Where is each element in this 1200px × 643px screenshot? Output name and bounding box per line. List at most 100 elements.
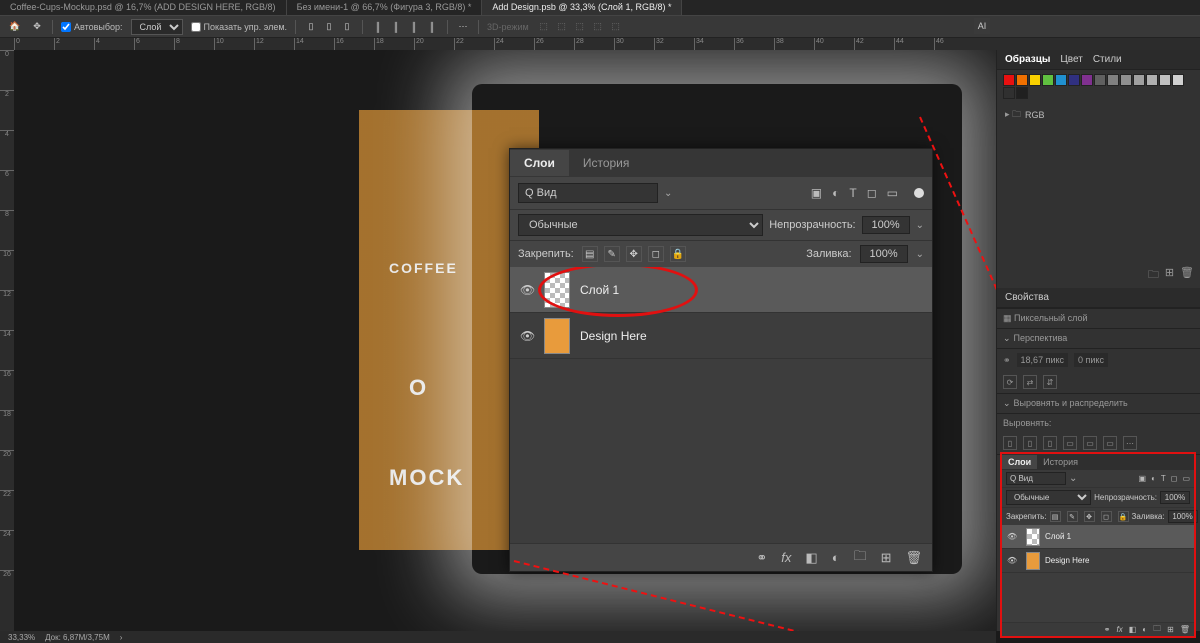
adjustment-layer-icon[interactable]: ◐: [1142, 625, 1147, 634]
swatch[interactable]: [1146, 74, 1158, 86]
chevron-right-icon[interactable]: ›: [120, 633, 123, 642]
layer-fx-icon[interactable]: fx: [1117, 625, 1123, 634]
swatch[interactable]: [1107, 74, 1119, 86]
zoom-level[interactable]: 33,33%: [8, 633, 35, 642]
distribute-icon[interactable]: ║: [407, 20, 421, 34]
swatch[interactable]: [1016, 74, 1028, 86]
new-swatch-icon[interactable]: ⊞: [1165, 266, 1174, 285]
delete-layer-icon[interactable]: 🗑: [1180, 625, 1190, 634]
swatch[interactable]: [1003, 87, 1015, 99]
layer-name[interactable]: Design Here: [580, 329, 647, 343]
show-controls-checkbox[interactable]: Показать упр. элем.: [191, 22, 287, 32]
layer-thumbnail[interactable]: [544, 318, 570, 354]
tab-layers[interactable]: Слои: [510, 150, 569, 176]
swatch[interactable]: [1016, 87, 1028, 99]
swatch[interactable]: [1003, 74, 1015, 86]
filter-text-icon[interactable]: T: [849, 186, 856, 200]
swatch[interactable]: [1029, 74, 1041, 86]
link-layers-icon[interactable]: ⚭: [1104, 625, 1111, 634]
chevron-down-icon[interactable]: ⌄: [1069, 473, 1077, 484]
chevron-down-icon[interactable]: ⌄: [1003, 333, 1011, 343]
perspective-section[interactable]: ⌄Перспектива: [997, 328, 1200, 348]
flip-v-icon[interactable]: ⇵: [1043, 375, 1057, 389]
lock-artboard-icon[interactable]: ◻: [648, 246, 664, 262]
link-layers-icon[interactable]: ⚭: [756, 550, 767, 566]
swatch[interactable]: [1042, 74, 1054, 86]
lock-transparency-icon[interactable]: ▤: [1050, 511, 1061, 522]
align-right-icon[interactable]: ▯: [340, 20, 354, 34]
doc-tab[interactable]: Без имени-1 @ 66,7% (Фигура 3, RGB/8) *: [287, 0, 483, 15]
filter-image-icon[interactable]: ▣: [811, 186, 822, 200]
layer-row[interactable]: 👁 Слой 1: [1002, 525, 1194, 549]
filter-image-icon[interactable]: ▣: [1139, 474, 1147, 483]
distribute-icon[interactable]: ║: [371, 20, 385, 34]
tab-swatches[interactable]: Образцы: [1005, 54, 1050, 65]
more-options-icon[interactable]: ⋯: [456, 20, 470, 34]
opacity-input[interactable]: [862, 216, 910, 234]
filter-smart-icon[interactable]: ▭: [887, 186, 898, 200]
autoselect-mode-select[interactable]: Слой: [131, 19, 183, 35]
fill-input[interactable]: [1168, 510, 1198, 523]
layer-search[interactable]: Q Вид: [518, 183, 658, 203]
align-right-icon[interactable]: ▯: [1043, 436, 1057, 450]
filter-adjustment-icon[interactable]: ◐: [1151, 474, 1156, 483]
swatch-folder-rgb[interactable]: RGB: [997, 103, 1200, 127]
layer-search[interactable]: Q Вид: [1006, 472, 1066, 485]
tab-styles[interactable]: Стили: [1093, 54, 1122, 65]
visibility-icon[interactable]: 👁: [520, 329, 534, 343]
swatch[interactable]: [1081, 74, 1093, 86]
layer-fx-icon[interactable]: fx: [781, 550, 791, 565]
visibility-icon[interactable]: 👁: [1007, 532, 1021, 541]
layer-name[interactable]: Слой 1: [580, 283, 619, 297]
link-icon[interactable]: ⚭: [1003, 355, 1011, 366]
tab-history[interactable]: История: [1037, 455, 1084, 469]
distribute-icon[interactable]: ║: [425, 20, 439, 34]
filter-shape-icon[interactable]: ◻: [1171, 474, 1178, 483]
layer-thumbnail[interactable]: [1026, 528, 1040, 546]
lock-position-icon[interactable]: ✥: [1084, 511, 1095, 522]
align-left-icon[interactable]: ▯: [304, 20, 318, 34]
lock-all-icon[interactable]: 🔒: [670, 246, 686, 262]
align-section[interactable]: ⌄Выровнять и распределить: [997, 393, 1200, 413]
layer-mask-icon[interactable]: ◧: [1129, 625, 1137, 634]
tab-history[interactable]: История: [569, 150, 644, 176]
doc-tab-active[interactable]: Add Design.psb @ 33,3% (Слой 1, RGB/8) *: [482, 0, 682, 15]
swatch[interactable]: [1094, 74, 1106, 86]
visibility-icon[interactable]: 👁: [1007, 556, 1021, 565]
swatch[interactable]: [1159, 74, 1171, 86]
layer-row[interactable]: 👁 Design Here: [1002, 549, 1194, 573]
new-group-icon[interactable]: 🗀: [1153, 623, 1161, 637]
swatch[interactable]: [1055, 74, 1067, 86]
filter-text-icon[interactable]: T: [1161, 474, 1166, 483]
autoselect-check[interactable]: [61, 22, 71, 32]
layer-thumbnail[interactable]: [1026, 552, 1040, 570]
lock-transparency-icon[interactable]: ▤: [582, 246, 598, 262]
layer-name[interactable]: Design Here: [1045, 556, 1089, 565]
visibility-icon[interactable]: 👁: [520, 283, 534, 297]
layer-row[interactable]: 👁 Design Here: [510, 313, 932, 359]
lock-paint-icon[interactable]: ✎: [1067, 511, 1078, 522]
tab-color[interactable]: Цвет: [1060, 54, 1082, 65]
chevron-down-icon[interactable]: ⌄: [1003, 398, 1011, 408]
opacity-input[interactable]: [1160, 491, 1190, 504]
chevron-down-icon[interactable]: ⌄: [664, 188, 672, 199]
flip-h-icon[interactable]: ⇄: [1023, 375, 1037, 389]
align-bottom-icon[interactable]: ▭: [1103, 436, 1117, 450]
filter-adjustment-icon[interactable]: ◐: [832, 186, 839, 200]
align-middle-icon[interactable]: ▭: [1083, 436, 1097, 450]
lock-paint-icon[interactable]: ✎: [604, 246, 620, 262]
align-center-icon[interactable]: ▯: [1023, 436, 1037, 450]
lock-artboard-icon[interactable]: ◻: [1101, 511, 1112, 522]
align-top-icon[interactable]: ▭: [1063, 436, 1077, 450]
swatch[interactable]: [1133, 74, 1145, 86]
width-value[interactable]: 18,67 пикс: [1017, 353, 1068, 367]
doc-tab[interactable]: Coffee-Cups-Mockup.psd @ 16,7% (ADD DESI…: [0, 0, 287, 15]
properties-title[interactable]: Свойства: [1005, 292, 1049, 303]
filter-smart-icon[interactable]: ▭: [1182, 474, 1190, 483]
rotate-icon[interactable]: ⟳: [1003, 375, 1017, 389]
home-icon[interactable]: 🏠: [8, 20, 22, 34]
chevron-down-icon[interactable]: ⌄: [916, 249, 924, 260]
layer-thumbnail[interactable]: [544, 272, 570, 308]
show-controls-check[interactable]: [191, 22, 201, 32]
layer-mask-icon[interactable]: ◧: [805, 550, 817, 566]
